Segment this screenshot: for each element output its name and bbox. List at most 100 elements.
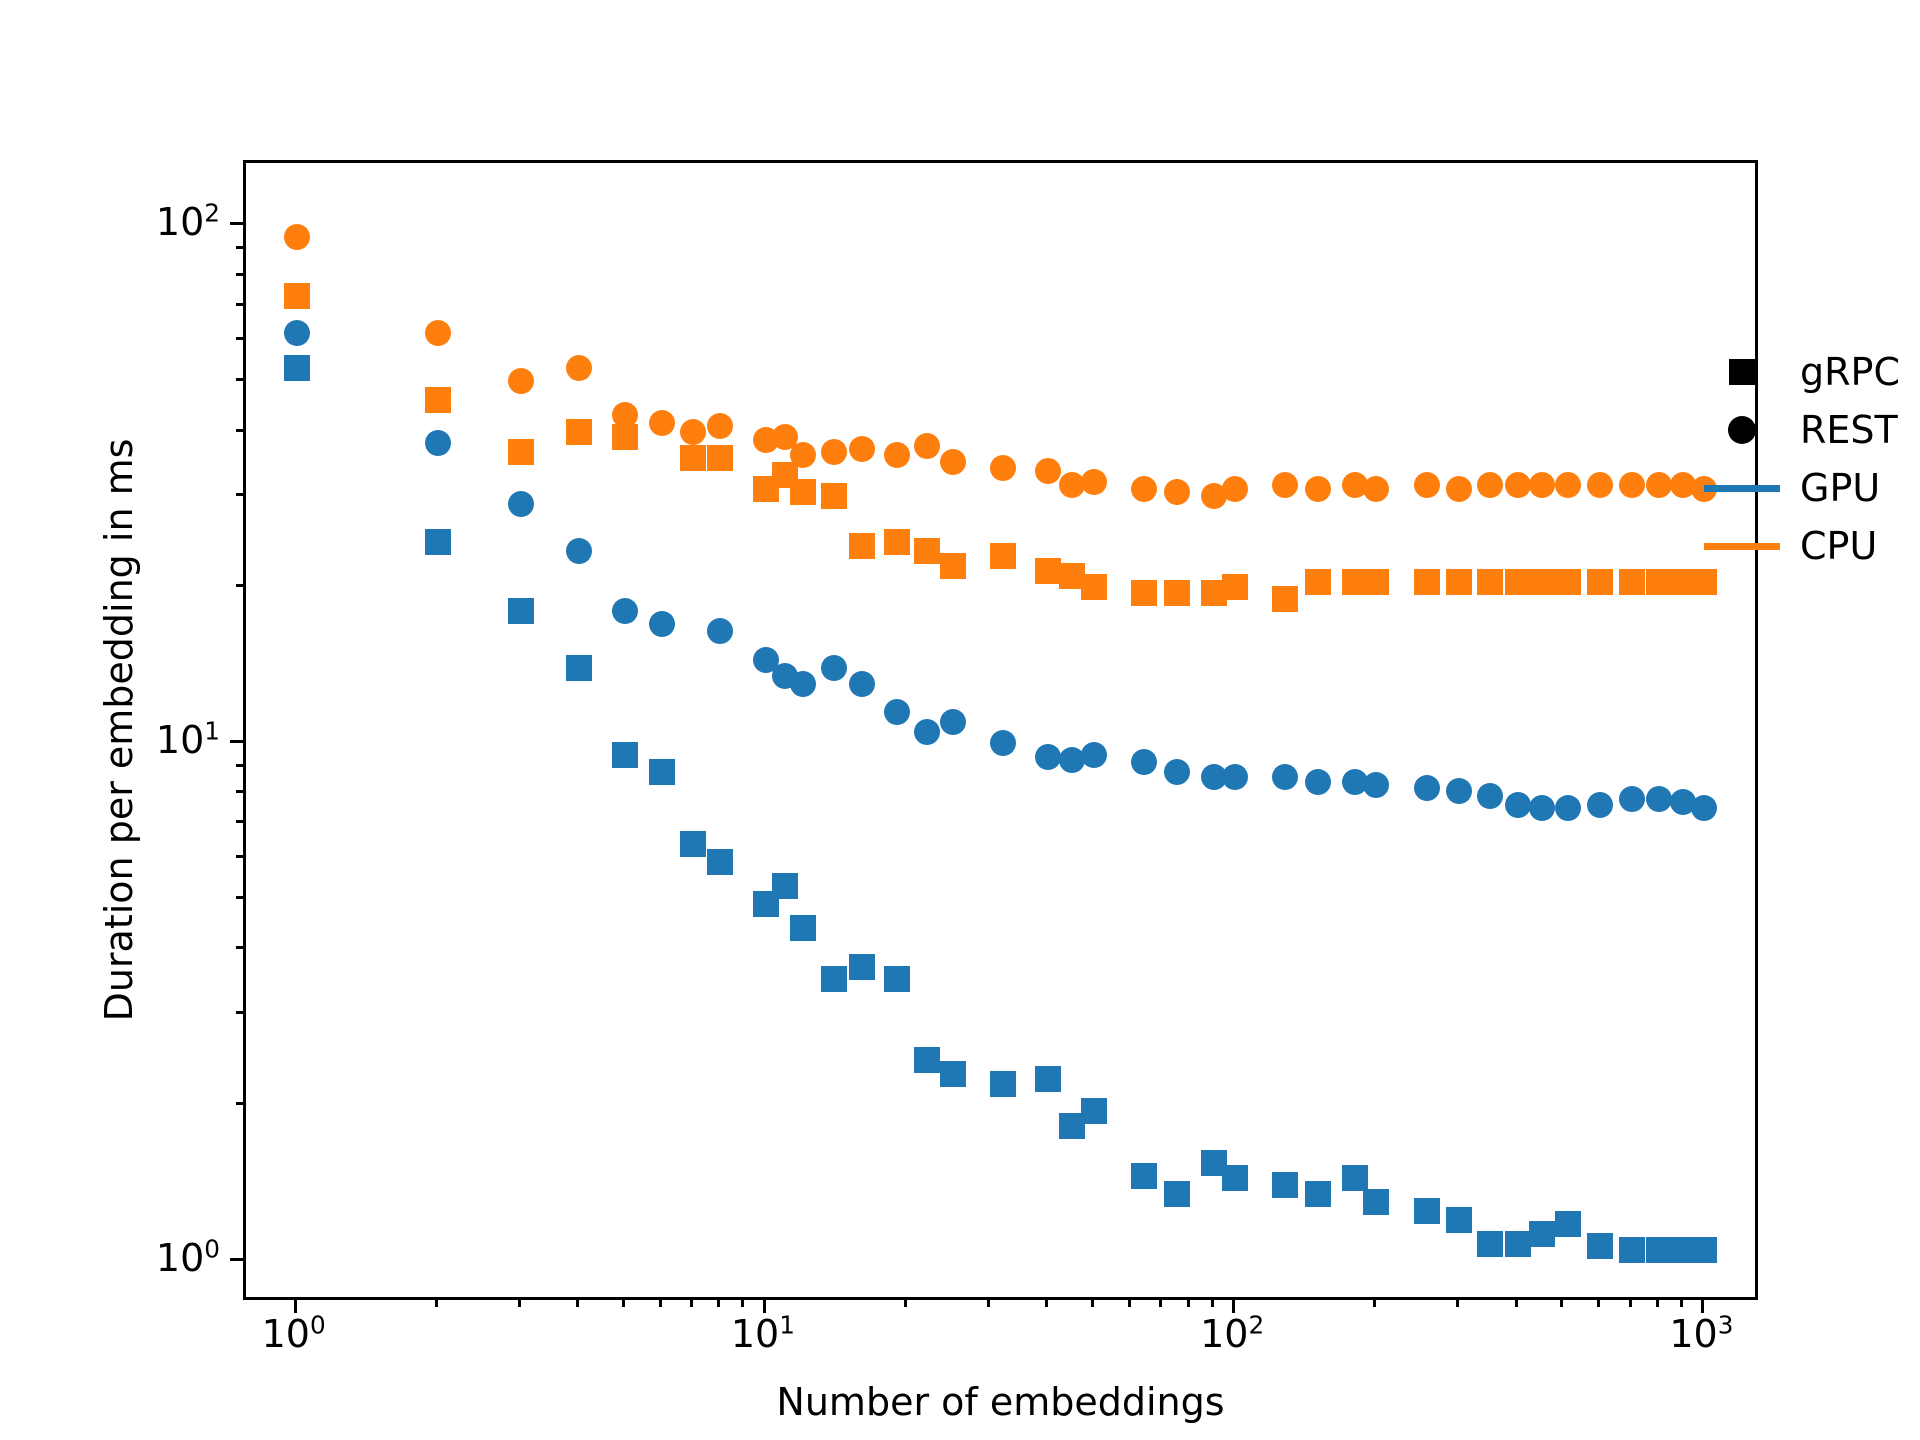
data-point [1691, 794, 1718, 821]
data-point [913, 1046, 940, 1073]
data-point [939, 552, 966, 579]
data-point [1618, 472, 1645, 499]
x-tick-minor [1159, 1300, 1163, 1307]
data-point [939, 708, 966, 735]
x-tick-minor [1090, 1300, 1094, 1307]
data-point [939, 1060, 966, 1087]
data-point [1131, 1162, 1158, 1189]
y-tick-minor [236, 763, 243, 767]
data-point [913, 538, 940, 565]
data-point [1587, 791, 1614, 818]
y-tick-minor [236, 1102, 243, 1106]
data-point [1618, 786, 1645, 813]
data-point [507, 439, 534, 466]
x-tick-minor [1045, 1300, 1049, 1307]
data-point [507, 490, 534, 517]
legend-item-cpu[interactable]: CPU [1694, 517, 1920, 575]
data-point [1413, 568, 1440, 595]
plot-area [246, 163, 1755, 1297]
y-tick-major [230, 740, 243, 744]
data-point [1528, 568, 1555, 595]
data-point [1163, 479, 1190, 506]
legend-item-grpc[interactable]: gRPC [1694, 343, 1920, 401]
data-point [1363, 568, 1390, 595]
data-point [566, 538, 593, 565]
data-point [566, 355, 593, 382]
data-point [1222, 574, 1249, 601]
x-tick-minor [1210, 1300, 1214, 1307]
data-point [1080, 468, 1107, 495]
x-tick-minor [741, 1300, 745, 1307]
data-point [883, 966, 910, 993]
data-point [1035, 744, 1062, 771]
data-point [989, 455, 1016, 482]
data-point [1272, 472, 1299, 499]
data-point [790, 671, 817, 698]
data-point [1363, 1189, 1390, 1216]
data-point [1528, 472, 1555, 499]
data-point [1645, 1237, 1672, 1264]
data-point [283, 355, 310, 382]
data-point [1222, 1164, 1249, 1191]
data-point [913, 433, 940, 460]
data-point [424, 528, 451, 555]
x-tick-minor [1373, 1300, 1377, 1307]
y-tick-label: 101 [155, 716, 220, 763]
data-point [1477, 783, 1504, 810]
y-tick-minor [236, 896, 243, 900]
x-tick-minor [1628, 1300, 1632, 1307]
x-tick-minor [1186, 1300, 1190, 1307]
data-point [1413, 1197, 1440, 1224]
y-tick-minor [236, 272, 243, 276]
x-tick-label: 103 [1669, 1310, 1734, 1356]
data-point [989, 1070, 1016, 1097]
data-point [821, 439, 848, 466]
line-swatch-icon [1704, 542, 1780, 550]
data-point [283, 319, 310, 346]
data-point [1446, 777, 1473, 804]
legend-item-rest[interactable]: REST [1694, 401, 1920, 459]
data-point [1413, 774, 1440, 801]
data-point [507, 368, 534, 395]
data-point [1222, 764, 1249, 791]
data-point [707, 617, 734, 644]
data-point [1528, 794, 1555, 821]
x-tick-minor [904, 1300, 908, 1307]
data-point [1222, 475, 1249, 502]
data-point [648, 410, 675, 437]
legend-item-gpu[interactable]: GPU [1694, 459, 1920, 517]
y-tick-minor [236, 246, 243, 250]
data-point [566, 654, 593, 681]
data-point [707, 848, 734, 875]
x-tick-minor [1597, 1300, 1601, 1307]
data-point [1587, 1232, 1614, 1259]
data-point [707, 445, 734, 472]
data-point [1504, 1230, 1531, 1257]
x-tick-minor [1456, 1300, 1460, 1307]
data-point [1304, 475, 1331, 502]
data-point [680, 830, 707, 857]
data-point [424, 319, 451, 346]
x-tick-minor [1679, 1300, 1683, 1307]
legend-label: GPU [1800, 466, 1881, 510]
data-point [848, 671, 875, 698]
x-tick-minor [1128, 1300, 1132, 1307]
data-point [1645, 568, 1672, 595]
data-point [1035, 1065, 1062, 1092]
y-tick-minor [236, 493, 243, 497]
data-point [1446, 1207, 1473, 1234]
data-point [939, 448, 966, 475]
line-swatch-icon [1704, 484, 1780, 492]
data-point [507, 598, 534, 625]
x-tick-label: 100 [261, 1310, 326, 1356]
data-point [611, 741, 638, 768]
data-point [424, 387, 451, 414]
data-point [1272, 764, 1299, 791]
x-axis-label: Number of embeddings [776, 1380, 1225, 1424]
data-point [989, 730, 1016, 757]
data-point [1131, 475, 1158, 502]
data-point [821, 483, 848, 510]
y-tick-label: 102 [155, 198, 220, 245]
data-point [1554, 1210, 1581, 1237]
data-point [283, 223, 310, 250]
